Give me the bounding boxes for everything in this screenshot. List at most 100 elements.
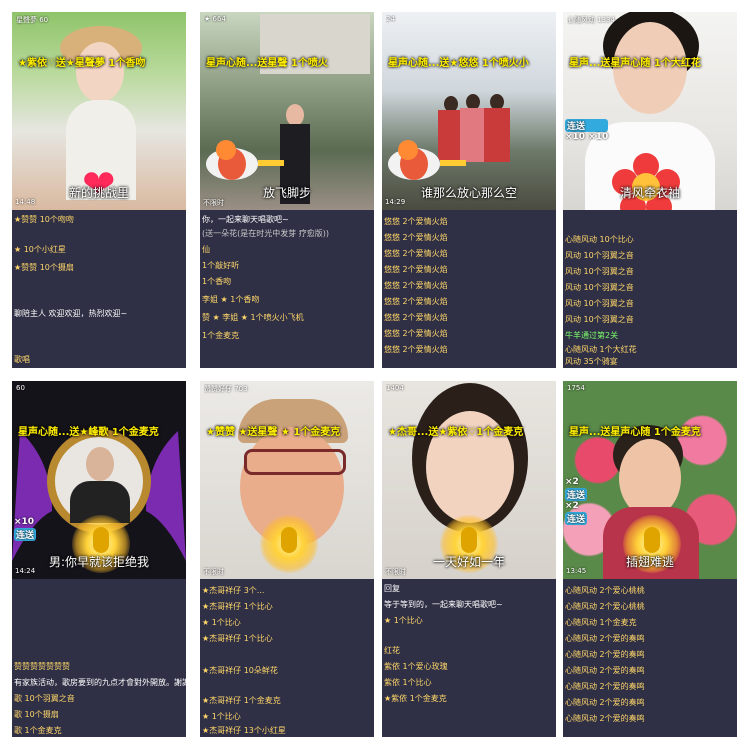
gold-microphone-icon: [260, 515, 318, 573]
gift-banner: ★杰哥...送★紫依♡1个金麦克: [388, 427, 524, 438]
chat-message: 紫依 1个比心: [384, 678, 432, 687]
live-room-tile-8[interactable]: 1754 星声...送星声心随 1个金麦克 ×2 连送 ×2 连送 插翅难逃 1…: [563, 381, 737, 737]
chat-message: ★杰哥祥仔 3个...: [202, 586, 265, 595]
live-room-tile-6[interactable]: 赞赞好仔 703 ★赞赞 ★送星聲 ★ 1个金麦克 不限时 ★杰哥祥仔 3个..…: [200, 381, 374, 737]
chat-message: 风动 10个羽翼之音: [565, 267, 634, 276]
live-room-tile-3[interactable]: 24 星声心随...送★悠悠 1个喷火小 谁那么放心那么空 14:29 悠悠 2…: [382, 12, 556, 368]
room-topbar: 1754: [567, 384, 585, 392]
chat-message: ★ 1个比心: [202, 712, 241, 721]
streamer-face: [76, 42, 124, 102]
chat-message: ★赞赞 10个摄扇: [14, 263, 74, 272]
chat-message: ★杰哥祥仔 1个比心: [202, 634, 273, 643]
chat-message: ★赞赞 10个吻吻: [14, 215, 74, 224]
gift-banner: 星声...送星声心随 1个金麦克: [569, 427, 701, 438]
chat-feed: ★杰哥祥仔 3个... ★杰哥祥仔 1个比心 ★ 1个比心 ★杰哥祥仔 1个比心…: [200, 579, 374, 737]
timer: 不限时: [203, 199, 224, 207]
chat-message: 悠悠 2个爱情火焰: [384, 297, 448, 306]
video-area: 24 星声心随...送★悠悠 1个喷火小 谁那么放心那么空 14:29: [382, 12, 556, 210]
chat-feed: ★赞赞 10个吻吻 ★ 10个小红星 ★赞赞 10个摄扇 聊陪主人 欢迎欢迎，热…: [12, 210, 186, 368]
chat-message: 心随风动 2个爱心桃桃: [565, 586, 645, 595]
chat-message: 牛羊通过第2关: [565, 331, 619, 340]
chat-feed: 赞赞赞赞赞赞赞 有家族活动，歌房要到的九点才會對外開放。謝謝你 歌 10个羽翼之…: [12, 579, 186, 737]
video-area: 1404 ★杰哥...送★紫依♡1个金麦克 一天好如一年 不限时: [382, 381, 556, 579]
screenshot-collage: ❤ ❤ 星聲夢 60 ★紫依♡送★星聲夢 1个香吻 新的挑战里 14:48 ★赞…: [0, 0, 750, 750]
chat-message: 1个敲好听: [202, 261, 240, 270]
room-topbar: ★ 664: [204, 15, 226, 23]
gift-combo-counter: ×2 连送 ×2 连送: [565, 477, 588, 525]
chat-message: ★ 10个小红星: [14, 245, 66, 254]
chat-message: ★ 1个比心: [384, 616, 423, 625]
room-topbar: 赞赞好仔 703: [204, 385, 248, 393]
glasses: [244, 449, 346, 475]
chat-message: 歌 10个羽翼之音: [14, 694, 75, 703]
chat-message: 风动 10个羽翼之音: [565, 299, 634, 308]
streamer-face: [619, 439, 681, 517]
chat-message: 歌 1个金麦克: [14, 726, 62, 735]
chat-message: 悠悠 2个爱情火焰: [384, 281, 448, 290]
chat-message: 悠悠 2个爱情火焰: [384, 217, 448, 226]
gift-banner: 星声心随...送★悠悠 1个喷火小: [388, 58, 529, 69]
timer: 13:45: [566, 567, 587, 575]
chat-feed: 悠悠 2个爱情火焰 悠悠 2个爱情火焰 悠悠 2个爱情火焰 悠悠 2个爱情火焰 …: [382, 210, 556, 368]
chat-message: (送一朵花(是在时光中发芽 疗愈版)): [202, 229, 330, 238]
gift-banner: 星声心随...送星聲 1个喷火: [206, 58, 328, 69]
chat-message: 等于等到的，一起来聊天唱歌吧~: [384, 600, 503, 609]
lyric-caption: 放飞脚步: [262, 186, 311, 200]
chat-message: 风动 10个羽翼之音: [565, 315, 634, 324]
chat-message: 红花: [384, 646, 400, 655]
chat-message: 心随风动 2个爱的奏鸣: [565, 714, 645, 723]
gift-combo-counter: 连送 ×10 ×10: [565, 118, 609, 142]
chat-message: 悠悠 2个爱情火焰: [384, 313, 448, 322]
timer: 14:29: [385, 198, 406, 206]
room-topbar: 60: [16, 384, 25, 392]
rocket-plane-icon: [206, 140, 284, 180]
chat-message: 你，一起来聊天唱歌吧~: [202, 215, 289, 224]
live-room-tile-1[interactable]: ❤ ❤ 星聲夢 60 ★紫依♡送★星聲夢 1个香吻 新的挑战里 14:48 ★赞…: [12, 12, 186, 368]
chat-message: 风动 10个羽翼之音: [565, 283, 634, 292]
chat-message: 心随风动 10个比心: [565, 235, 634, 244]
live-room-tile-5[interactable]: 60 星声心随...送★峰歌 1个金麦克 ×10 连送 男:你早就该拒绝我 14…: [12, 381, 186, 737]
video-area: 60 星声心随...送★峰歌 1个金麦克 ×10 连送 男:你早就该拒绝我 14…: [12, 381, 186, 579]
person-3-body: [484, 108, 510, 162]
chat-message: ★杰哥祥仔 10朵鲜花: [202, 666, 278, 675]
gift-combo-counter: ×10 连送: [14, 517, 37, 541]
chat-message: ★紫依 1个金麦克: [384, 694, 447, 703]
gift-banner: ★紫依♡送★星聲夢 1个香吻: [18, 58, 146, 69]
chat-message: 风动 10个羽翼之音: [565, 251, 634, 260]
chat-message: 悠悠 2个爱情火焰: [384, 345, 448, 354]
chat-message: ★杰哥祥仔 1个金麦克: [202, 696, 281, 705]
gift-banner: 星声...送星声心随 1个大红花: [569, 58, 701, 69]
chat-message: 风动 35个骑宴: [565, 357, 618, 366]
lyric-caption: 插翅难逃: [625, 555, 674, 569]
chat-message: 心随风动 2个爱心桃桃: [565, 602, 645, 611]
room-topbar: 24: [386, 15, 395, 23]
gift-banner: 星声心随...送★峰歌 1个金麦克: [18, 427, 159, 438]
chat-message: ★杰哥祥仔 13个小红星: [202, 726, 286, 735]
chat-message: 歌唱: [14, 355, 30, 364]
chat-feed: 心随风动 10个比心 风动 10个羽翼之音 风动 10个羽翼之音 风动 10个羽…: [563, 210, 737, 368]
room-topbar: 星聲夢 60: [16, 16, 49, 24]
video-area: 赞赞好仔 703 ★赞赞 ★送星聲 ★ 1个金麦克 不限时: [200, 381, 374, 579]
chat-message: 心随风动 2个爱的奏鸣: [565, 698, 645, 707]
chat-message: ★ 1个比心: [202, 618, 241, 627]
chat-message: 赞 ★ 李姐 ★ 1个喷火小飞机: [202, 313, 304, 322]
chat-message: 李姐 ★ 1个香吻: [202, 295, 260, 304]
live-room-tile-2[interactable]: ★ 664 星声心随...送星聲 1个喷火 放飞脚步 不限时 你，一起来聊天唱歌…: [200, 12, 374, 368]
chat-message: 心随风动 1个金麦克: [565, 618, 637, 627]
chat-feed: 心随风动 2个爱心桃桃 心随风动 2个爱心桃桃 心随风动 1个金麦克 心随风动 …: [563, 579, 737, 737]
chat-message: 悠悠 2个爱情火焰: [384, 329, 448, 338]
chat-message: 悠悠 2个爱情火焰: [384, 265, 448, 274]
lyric-caption: 一天好如一年: [432, 555, 505, 569]
streamer-face: [286, 104, 304, 126]
flower-balloon-icon: [612, 153, 680, 210]
chat-message: 心随风动 2个爱的奏鸣: [565, 682, 645, 691]
live-room-tile-4[interactable]: 心随风动 1334 星声...送星声心随 1个大红花 连送 ×10 ×10 清风…: [563, 12, 737, 368]
live-room-tile-7[interactable]: 1404 ★杰哥...送★紫依♡1个金麦克 一天好如一年 不限时 回复 等于等到…: [382, 381, 556, 737]
chat-message: 1个香吻: [202, 277, 232, 286]
chat-message: 回复: [384, 584, 400, 593]
video-area: 1754 星声...送星声心随 1个金麦克 ×2 连送 ×2 连送 插翅难逃 1…: [563, 381, 737, 579]
room-topbar: 1404: [386, 384, 404, 392]
chat-message: 心随风动 2个爱的奏鸣: [565, 634, 645, 643]
timer: 14:48: [15, 198, 36, 206]
chat-message: 心随风动 2个爱的奏鸣: [565, 666, 645, 675]
